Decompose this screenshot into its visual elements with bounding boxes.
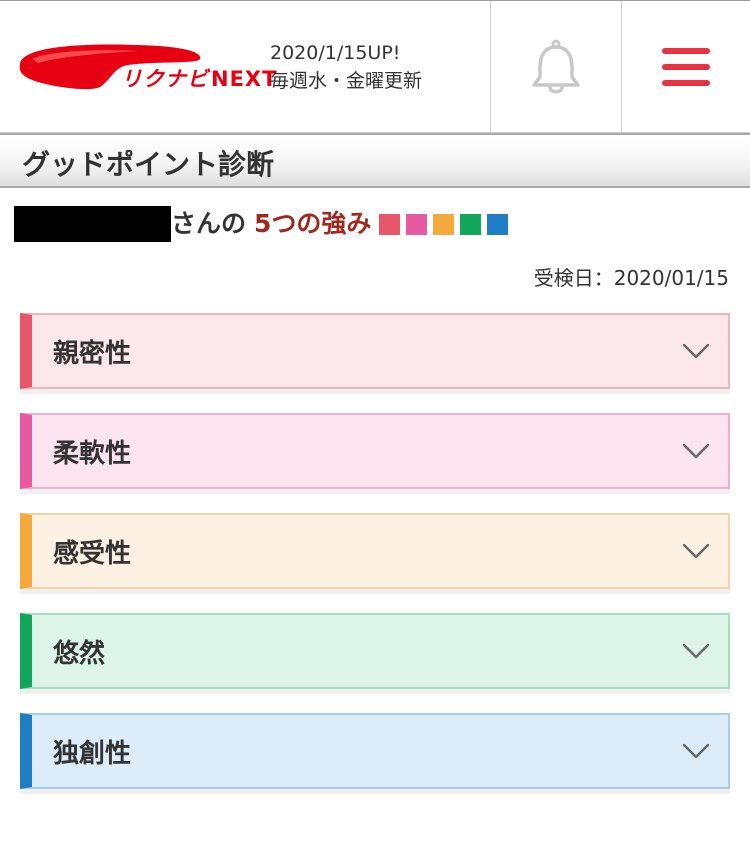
chevron-down-icon[interactable] [682, 641, 710, 661]
exam-date: 受検日：2020/01/15 [533, 266, 729, 290]
color-swatch [406, 214, 428, 235]
strength-color-swatches [379, 214, 514, 239]
update-schedule: 毎週水・金曜更新 [270, 70, 423, 92]
result-heading: さんの 5つの強み [14, 206, 514, 242]
bell-icon [532, 39, 580, 93]
logo-kana: リクナビ [121, 67, 209, 91]
rikunabi-next-logo[interactable]: リクナビNEXT [18, 39, 276, 99]
chevron-down-icon[interactable] [682, 741, 710, 761]
strength-label: 感受性 [53, 539, 132, 569]
strength-label: 独創性 [53, 739, 132, 769]
menu-button[interactable] [621, 1, 750, 132]
user-suffix: さんの [171, 209, 247, 238]
color-swatch [379, 214, 401, 235]
strength-accordion-item[interactable]: 独創性 [20, 713, 730, 789]
color-swatch [460, 214, 482, 235]
chevron-down-icon[interactable] [682, 441, 710, 461]
notification-button[interactable] [490, 1, 621, 132]
chevron-down-icon[interactable] [682, 541, 710, 561]
strength-accordion-item[interactable]: 柔軟性 [20, 413, 730, 489]
strength-label: 親密性 [53, 339, 132, 369]
strengths-title: 5つの強み [254, 209, 372, 238]
update-info: 2020/1/15UP! 毎週水・金曜更新 [270, 39, 422, 95]
update-date: 2020/1/15UP! [270, 42, 401, 64]
page-title: グッドポイント診断 [22, 148, 275, 181]
app-header: リクナビNEXT 2020/1/15UP! 毎週水・金曜更新 [0, 0, 750, 133]
logo-next: NEXT [211, 67, 278, 91]
logo-text: リクナビNEXT [121, 63, 277, 93]
strength-accordion-item[interactable]: 親密性 [20, 313, 730, 389]
hamburger-menu-icon [662, 47, 710, 86]
color-swatch [487, 214, 509, 235]
color-swatch [433, 214, 455, 235]
strength-label: 悠然 [53, 639, 106, 669]
page-title-bar: グッドポイント診断 [0, 133, 750, 188]
strength-accordion-item[interactable]: 感受性 [20, 513, 730, 589]
strength-label: 柔軟性 [53, 439, 132, 469]
strength-accordion-item[interactable]: 悠然 [20, 613, 730, 689]
chevron-down-icon[interactable] [682, 341, 710, 361]
redacted-user-name [14, 206, 171, 242]
